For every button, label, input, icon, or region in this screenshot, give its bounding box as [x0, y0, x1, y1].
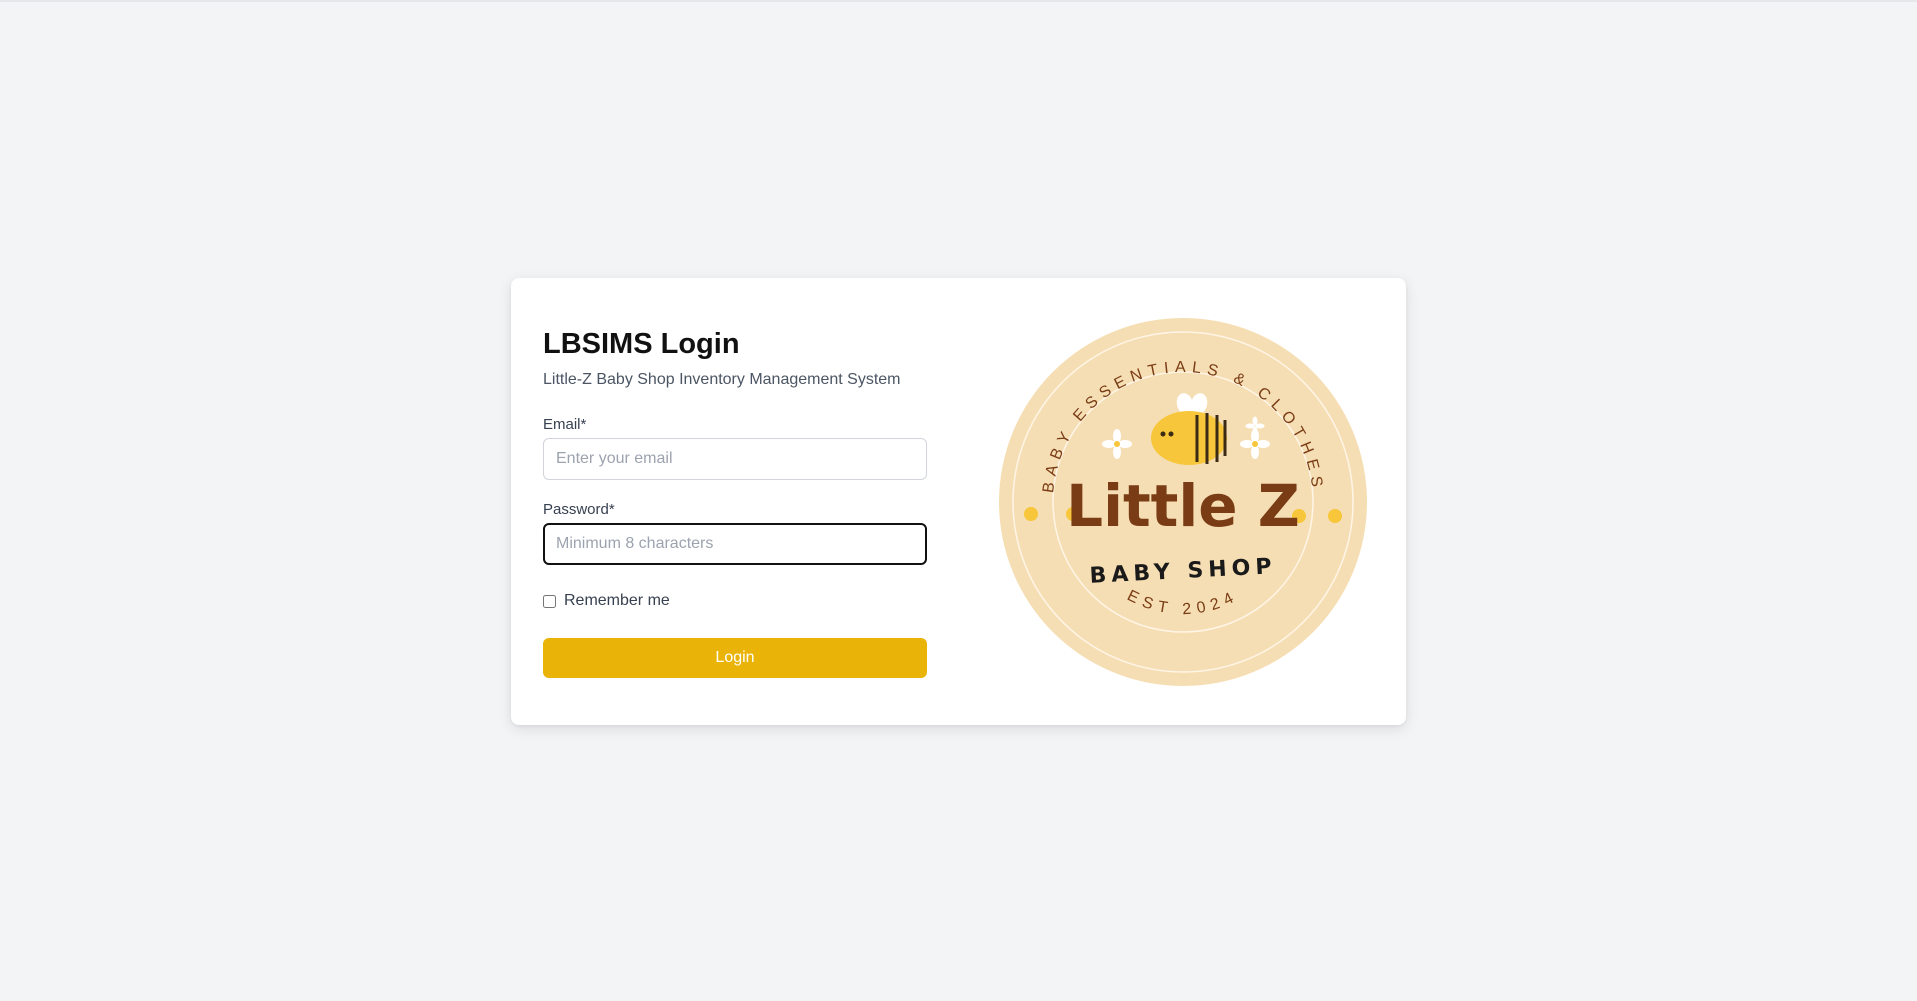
login-card: LBSIMS Login Little-Z Baby Shop Inventor… [511, 278, 1406, 725]
password-label: Password* [543, 501, 615, 518]
login-form: LBSIMS Login Little-Z Baby Shop Inventor… [543, 326, 927, 678]
email-field[interactable] [543, 438, 927, 480]
remember-me-checkbox[interactable] [543, 594, 556, 608]
logo-brand-name: Little Z [1066, 472, 1300, 540]
remember-me-row: Remember me [543, 592, 927, 610]
logo-dot-left-outer [1024, 507, 1038, 521]
email-label: Email* [543, 416, 587, 433]
remember-me-label: Remember me [564, 592, 670, 609]
shop-logo: BABY ESSENTIALS & CLOTHES EST 2024 Littl… [999, 318, 1367, 686]
login-button[interactable]: Login [543, 638, 927, 678]
logo-dot-right-outer [1328, 509, 1342, 523]
page-title: LBSIMS Login [543, 328, 740, 360]
page-subtitle: Little-Z Baby Shop Inventory Management … [543, 371, 901, 388]
logo-badge: BABY ESSENTIALS & CLOTHES EST 2024 Littl… [999, 318, 1367, 686]
password-field[interactable] [543, 523, 927, 565]
top-divider [0, 0, 1917, 2]
